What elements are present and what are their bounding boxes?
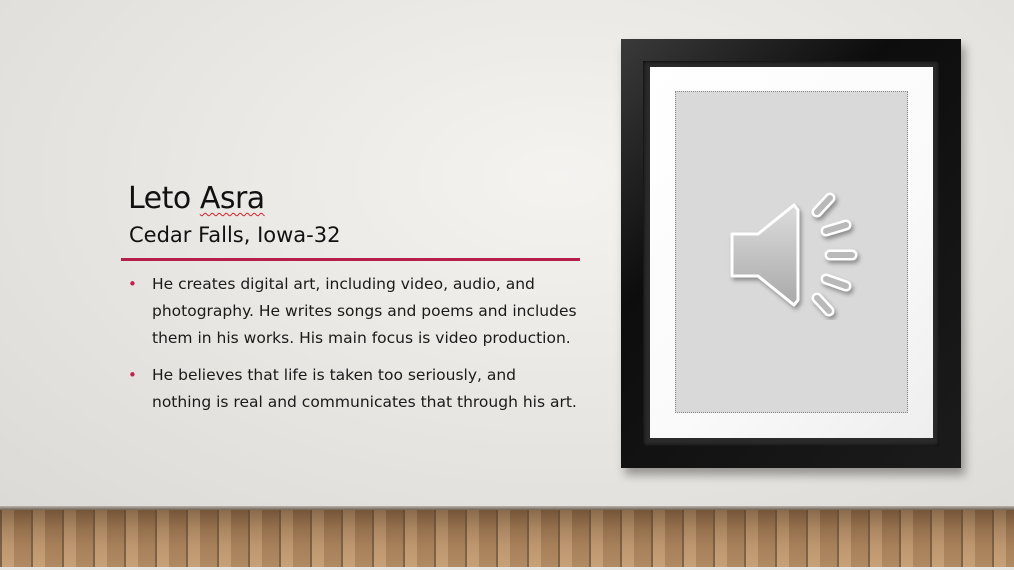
speaker-audio-icon[interactable] — [722, 190, 864, 320]
bullet-text: He creates digital art, including video,… — [152, 275, 577, 347]
bullet-marker: • — [128, 275, 137, 293]
bullet-list[interactable]: • He creates digital art, including vide… — [128, 271, 580, 426]
accent-divider — [121, 258, 580, 261]
slide-subtitle[interactable]: Cedar Falls, Iowa-32 — [129, 223, 340, 247]
slide: Leto Asra Cedar Falls, Iowa-32 • He crea… — [0, 0, 1014, 570]
bullet-item: • He believes that life is taken too ser… — [128, 362, 580, 416]
wood-floor-texture — [0, 510, 1014, 570]
bullet-marker: • — [128, 366, 137, 384]
title-last-name: Asra — [199, 181, 265, 216]
bullet-text: He believes that life is taken too serio… — [152, 366, 577, 411]
slide-title[interactable]: Leto Asra — [128, 181, 265, 216]
title-first-name: Leto — [128, 181, 191, 216]
bullet-item: • He creates digital art, including vide… — [128, 271, 580, 352]
